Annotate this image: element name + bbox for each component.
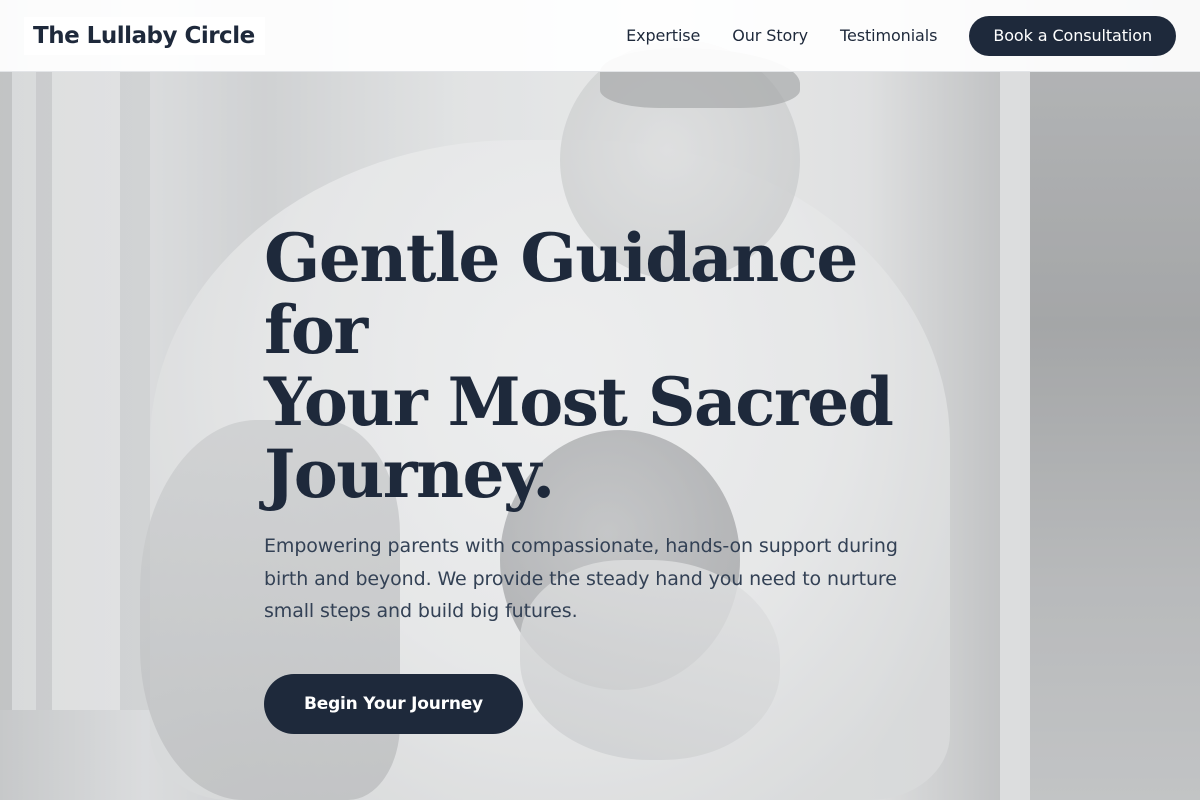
nav-link-testimonials[interactable]: Testimonials <box>840 26 937 45</box>
nav-links: Expertise Our Story Testimonials Book a … <box>626 15 1176 56</box>
book-consultation-button[interactable]: Book a Consultation <box>969 15 1176 56</box>
hero-subtitle: Empowering parents with compassionate, h… <box>264 535 898 622</box>
hero-title-line-3: Journey. <box>264 435 555 513</box>
hero-title-line-1: Gentle Guidance for <box>264 219 858 369</box>
nav-link-expertise[interactable]: Expertise <box>626 26 700 45</box>
top-navbar: The Lullaby Circle Expertise Our Story T… <box>0 0 1200 72</box>
begin-journey-button[interactable]: Begin Your Journey <box>264 673 523 734</box>
nav-link-our-story[interactable]: Our Story <box>732 26 808 45</box>
hero-section: Gentle Guidance for Your Most Sacred Jou… <box>264 222 964 734</box>
site-logo[interactable]: The Lullaby Circle <box>24 16 265 55</box>
hero-title: Gentle Guidance for Your Most Sacred Jou… <box>264 222 964 510</box>
hero-title-line-2: Your Most Sacred <box>264 363 894 441</box>
